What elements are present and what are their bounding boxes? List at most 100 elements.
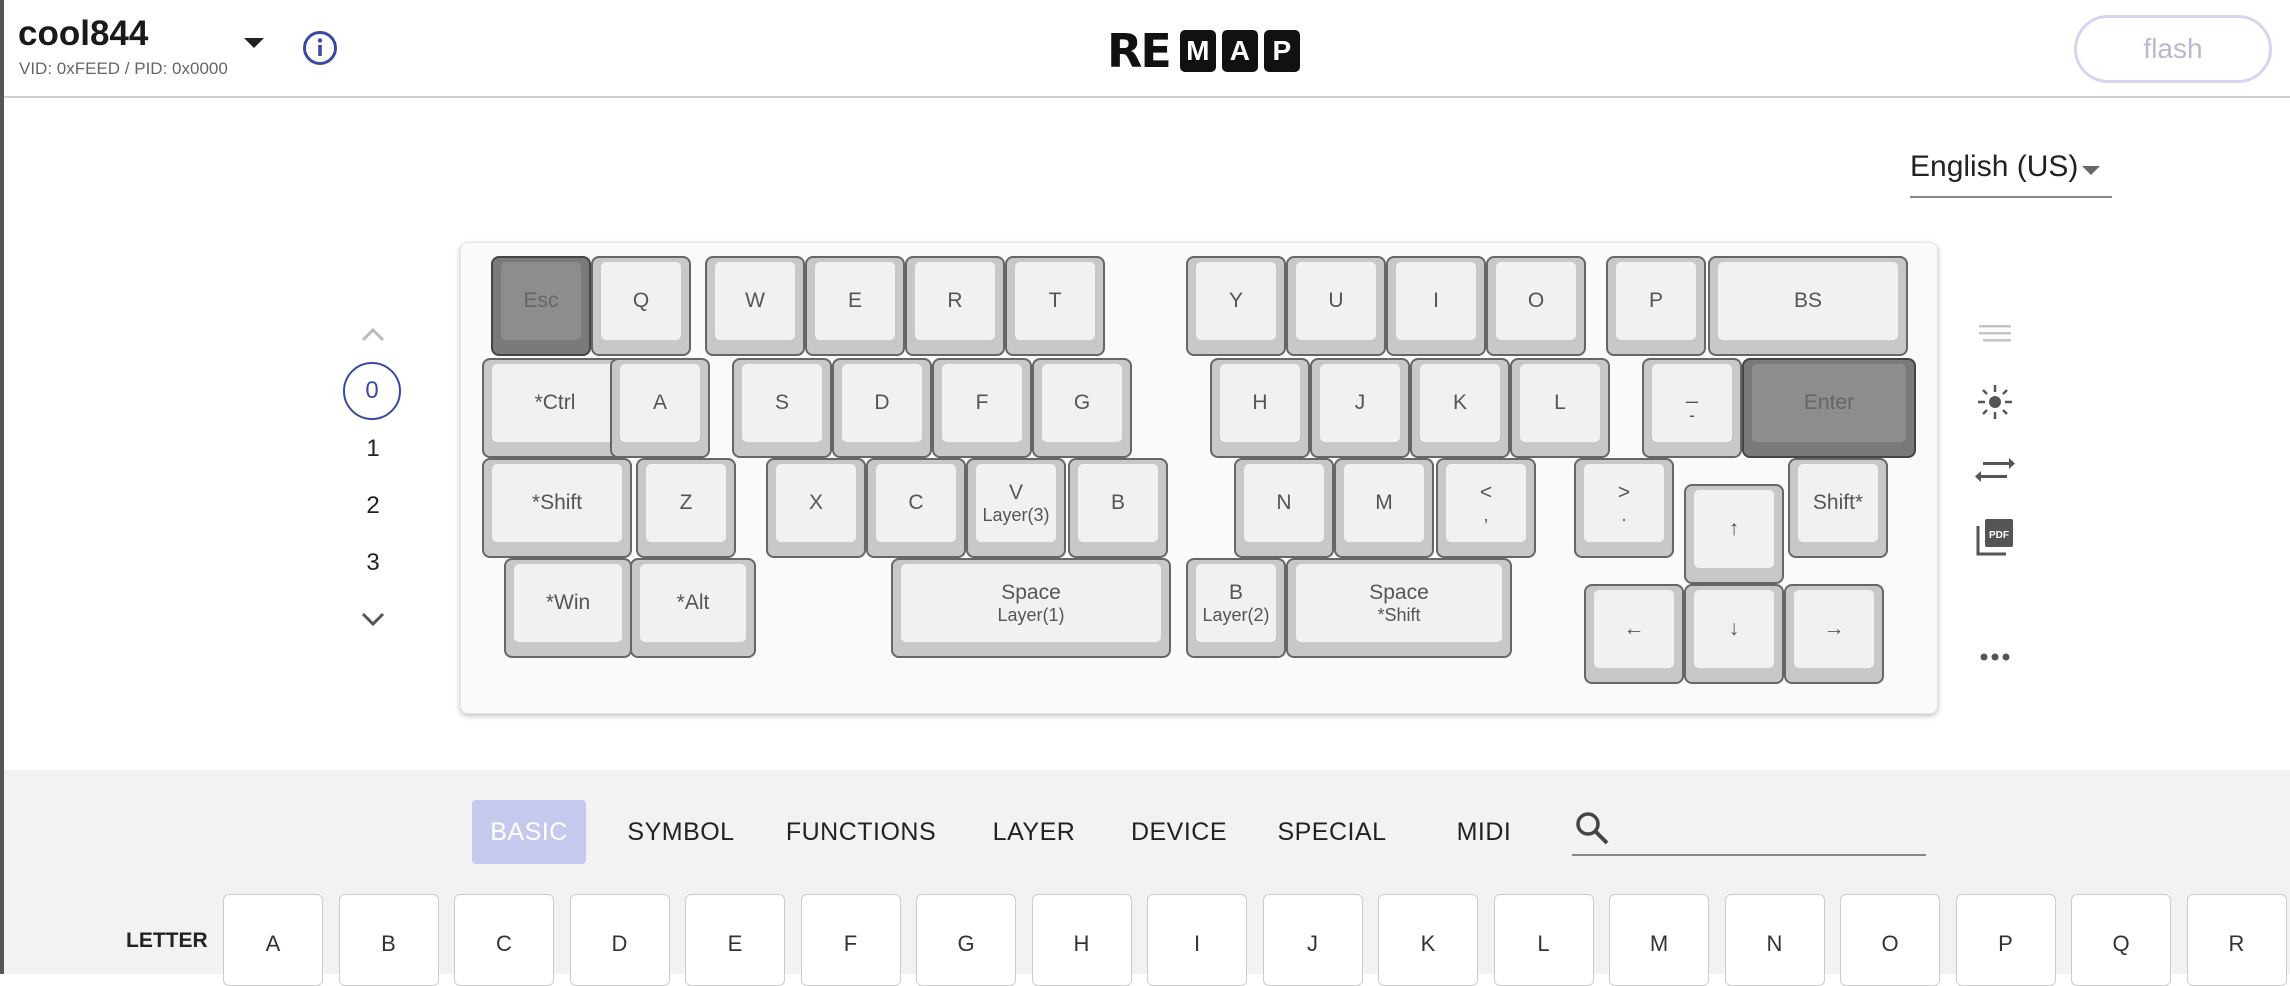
keyboard-key[interactable]: O bbox=[1486, 256, 1586, 356]
key-label: C bbox=[908, 491, 924, 514]
keyboard-key[interactable]: B bbox=[1068, 458, 1168, 558]
tab-symbol[interactable]: SYMBOL bbox=[616, 800, 746, 864]
keyboard-key[interactable]: A bbox=[610, 358, 710, 458]
keyboard-key[interactable]: P bbox=[1606, 256, 1706, 356]
keyboard-key[interactable]: M bbox=[1334, 458, 1434, 558]
tab-device[interactable]: DEVICE bbox=[1122, 800, 1236, 864]
letter-keycode[interactable]: L bbox=[1493, 894, 1594, 986]
keyboard-key[interactable]: Y bbox=[1186, 256, 1286, 356]
key-label: I bbox=[1433, 289, 1439, 312]
keyboard-key[interactable]: U bbox=[1286, 256, 1386, 356]
key-cap: K bbox=[1420, 364, 1500, 442]
keyboard-key[interactable]: R bbox=[905, 256, 1005, 356]
keyboard-key[interactable]: *Win bbox=[504, 558, 632, 658]
swap-icon[interactable] bbox=[1975, 450, 2015, 490]
keyboard-key[interactable]: E bbox=[805, 256, 905, 356]
keyboard-key[interactable]: ↑ bbox=[1684, 484, 1784, 584]
keyboard-key[interactable]: J bbox=[1310, 358, 1410, 458]
letter-keycode[interactable]: K bbox=[1378, 894, 1478, 986]
keyboard-key[interactable]: Enter bbox=[1742, 358, 1916, 458]
keyboard-key[interactable]: S bbox=[732, 358, 832, 458]
keyboard-key[interactable]: H bbox=[1210, 358, 1310, 458]
keyboard-key[interactable]: N bbox=[1234, 458, 1334, 558]
keyboard-key[interactable]: W bbox=[705, 256, 805, 356]
letter-keycode[interactable]: M bbox=[1609, 894, 1709, 986]
keyboard-key[interactable]: Q bbox=[591, 256, 691, 356]
letter-keycode[interactable]: Q bbox=[2071, 894, 2171, 986]
letter-keycode[interactable]: G bbox=[916, 894, 1016, 986]
keyboard-key[interactable]: G bbox=[1032, 358, 1132, 458]
info-icon[interactable] bbox=[302, 30, 338, 66]
layer-item-0[interactable]: 0 bbox=[343, 362, 401, 420]
letter-keycode[interactable]: A bbox=[223, 894, 323, 986]
search-input[interactable] bbox=[1622, 806, 1922, 850]
keyboard-key[interactable]: BS bbox=[1708, 256, 1908, 356]
letter-keycode[interactable]: O bbox=[1840, 894, 1940, 986]
key-label: D bbox=[874, 391, 890, 414]
tab-basic[interactable]: BASIC bbox=[472, 800, 586, 864]
keyboard-key[interactable]: *Shift bbox=[482, 458, 632, 558]
tab-special[interactable]: SPECIAL bbox=[1270, 800, 1394, 864]
letter-keycode[interactable]: E bbox=[685, 894, 785, 986]
keyboard-key[interactable]: Space Layer(1) bbox=[891, 558, 1171, 658]
layer-up-chevron-icon[interactable] bbox=[360, 322, 386, 348]
tab-functions[interactable]: FUNCTIONS bbox=[780, 800, 942, 864]
letter-keycode[interactable]: P bbox=[1955, 894, 2056, 986]
letter-keycode[interactable]: B bbox=[338, 894, 439, 986]
keyboard-key[interactable]: ← bbox=[1584, 584, 1684, 684]
key-cap: L bbox=[1520, 364, 1600, 442]
layer-item-1[interactable]: 1 bbox=[343, 435, 403, 463]
keyboard-key[interactable]: T bbox=[1005, 256, 1105, 356]
layer-item-3[interactable]: 3 bbox=[343, 549, 403, 577]
letter-keycode[interactable]: H bbox=[1031, 894, 1132, 986]
keyboard-key[interactable]: Space *Shift bbox=[1286, 558, 1512, 658]
layer-item-2[interactable]: 2 bbox=[343, 492, 403, 520]
key-label: Shift* bbox=[1812, 491, 1864, 514]
tab-midi[interactable]: MIDI bbox=[1446, 800, 1522, 864]
key-sublabel: , bbox=[1483, 505, 1489, 525]
keyboard-key[interactable]: V Layer(3) bbox=[966, 458, 1066, 558]
keyboard-key[interactable]: *Ctrl bbox=[482, 358, 628, 458]
key-label: G bbox=[1073, 391, 1091, 414]
keyboard-dropdown-icon[interactable] bbox=[244, 38, 264, 48]
key-cap: T bbox=[1015, 262, 1095, 340]
letter-keycode[interactable]: I bbox=[1147, 894, 1247, 986]
keyboard-key[interactable]: L bbox=[1510, 358, 1610, 458]
keyboard-key[interactable]: D bbox=[832, 358, 932, 458]
keyboard-key[interactable]: F bbox=[932, 358, 1032, 458]
keyboard-key[interactable]: B Layer(2) bbox=[1186, 558, 1286, 658]
flash-button[interactable]: flash bbox=[2074, 15, 2272, 83]
keyboard-key[interactable]: ↓ bbox=[1684, 584, 1784, 684]
keyboard-key[interactable]: → bbox=[1784, 584, 1884, 684]
light-icon[interactable] bbox=[1975, 382, 2015, 422]
keyboard-key[interactable]: *Alt bbox=[630, 558, 756, 658]
keyboard-key[interactable]: I bbox=[1386, 256, 1486, 356]
keyboard-key[interactable]: _ - bbox=[1642, 358, 1742, 458]
key-cap: I bbox=[1396, 262, 1476, 340]
letter-keycode[interactable]: R bbox=[2186, 894, 2287, 986]
key-cap: *Alt bbox=[640, 564, 746, 642]
more-icon[interactable] bbox=[1975, 637, 2015, 677]
keyboard-key[interactable]: Esc bbox=[491, 256, 591, 356]
letter-keycode[interactable]: F bbox=[800, 894, 901, 986]
key-cap: B bbox=[1078, 464, 1158, 542]
keyboard-key[interactable]: K bbox=[1410, 358, 1510, 458]
letter-keycode[interactable]: C bbox=[454, 894, 554, 986]
layer-down-chevron-icon[interactable] bbox=[360, 606, 386, 632]
tab-layer[interactable]: LAYER bbox=[984, 800, 1084, 864]
key-label: A bbox=[652, 391, 667, 414]
letter-keycode[interactable]: D bbox=[569, 894, 670, 986]
keyboard-key[interactable]: Shift* bbox=[1788, 458, 1888, 558]
keyboard-key[interactable]: Z bbox=[636, 458, 736, 558]
keyboard-key[interactable]: X bbox=[766, 458, 866, 558]
key-label: ↓ bbox=[1728, 617, 1740, 640]
keyboard-key[interactable]: C bbox=[866, 458, 966, 558]
keyboard-key[interactable]: >. bbox=[1574, 458, 1674, 558]
keyboard-language-select[interactable]: English (US) bbox=[1910, 150, 2112, 198]
menu-lines-icon[interactable] bbox=[1975, 313, 2015, 353]
letter-keycode[interactable]: J bbox=[1262, 894, 1363, 986]
keyboard-name[interactable]: cool844 bbox=[18, 14, 148, 54]
letter-keycode[interactable]: N bbox=[1724, 894, 1825, 986]
keyboard-key[interactable]: <, bbox=[1436, 458, 1536, 558]
pdf-icon[interactable]: PDF bbox=[1975, 517, 2015, 557]
